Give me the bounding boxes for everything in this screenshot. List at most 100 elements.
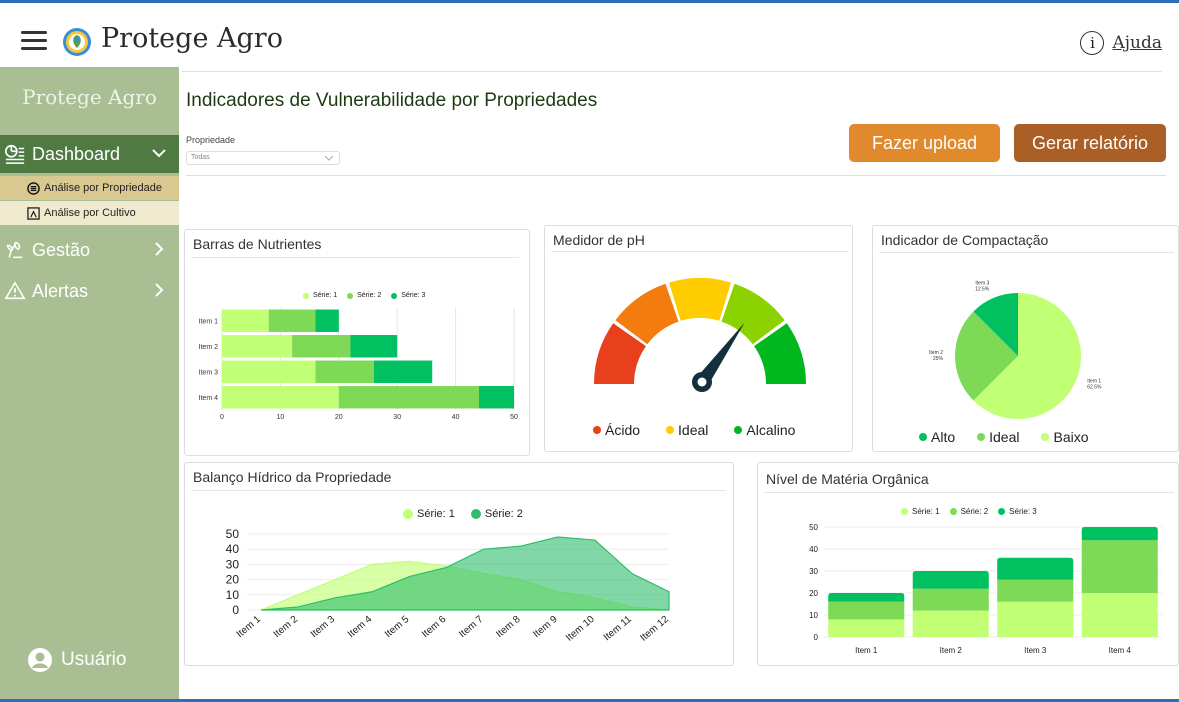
sidebar-item-alertas[interactable]: Alertas [0, 272, 179, 310]
x-tick-label: 30 [393, 414, 401, 421]
sidebar-subitem-label: Análise por Propriedade [44, 182, 163, 194]
legend-label: Ideal [989, 429, 1020, 445]
legend-label: Alcalino [746, 422, 796, 438]
compaction-card: Indicador de Compactação Item 1 62.5% Item… [872, 225, 1179, 452]
legend-item: Baixo [1041, 429, 1089, 445]
user-menu[interactable]: Usuário [27, 647, 126, 673]
legend-swatch [593, 426, 601, 434]
bar-segment [222, 309, 269, 332]
chart-legend: Ácido Ideal Alcalino [593, 422, 795, 438]
bar-segment [997, 579, 1074, 602]
x-tick-label: Item 4 [1109, 646, 1132, 655]
y-tick-label: 20 [809, 589, 818, 598]
growth-icon [6, 241, 23, 259]
filter-label: Propriedade [186, 135, 236, 145]
sidebar-item-label: Gestão [32, 239, 91, 260]
organic-matter-chart: 0 10 20 30 40 50 Item 1 Item 2 Item 3 Item 4 [809, 523, 1162, 655]
x-tick-label: Item 3 [1024, 646, 1047, 655]
chevron-right-icon [155, 242, 164, 256]
gauge-needle-hub-center [697, 377, 707, 387]
brand-name: Protege Agro [101, 23, 283, 54]
nutrients-chart: 0 10 20 30 40 50 Item 1 Item 2 Item 3 Item 4 [199, 308, 518, 421]
legend-label: Alto [931, 429, 956, 445]
chart-legend: Alto Ideal Baixo [919, 429, 1089, 445]
y-tick-label: 30 [226, 557, 240, 571]
crop-icon [27, 206, 40, 220]
sidebar: Protege Agro Dashboard Análise por Propr… [0, 67, 179, 699]
y-tick-label: 0 [232, 603, 239, 617]
x-tick-label: Item 10 [564, 614, 597, 644]
bar-segment [350, 335, 398, 358]
bar-segment [1081, 593, 1158, 637]
property-select-value: Todas [191, 154, 210, 161]
x-tick-label: Item 11 [602, 614, 634, 644]
legend-swatch [977, 433, 986, 441]
page-title: Indicadores de Vulnerabilidade por Propr… [186, 90, 598, 111]
bar-segment [912, 610, 989, 637]
bar-segment [1081, 527, 1158, 541]
y-tick-label: 30 [809, 567, 818, 576]
gauge-segment [669, 278, 731, 321]
sidebar-item-gestao[interactable]: Gestão [0, 231, 179, 269]
x-tick-label: Item 6 [420, 614, 449, 641]
user-label: Usuário [61, 649, 127, 670]
sidebar-subitem-label: Análise por Cultivo [44, 207, 136, 219]
legend-item: Ácido [593, 422, 640, 438]
nutrients-card: Barras de Nutrientes Série: 1 Série: 2 S… [184, 229, 530, 456]
sidebar-item-dashboard[interactable]: Dashboard [0, 135, 179, 173]
generate-report-button[interactable]: Gerar relatório [1014, 124, 1166, 162]
water-balance-card: Balanço Hídrico da Propriedade Série: 1 … [184, 462, 734, 666]
sidebar-subitem-crop[interactable]: Análise por Cultivo [0, 201, 179, 225]
legend-item: Alcalino [734, 422, 795, 438]
legend-item: Ideal [666, 422, 708, 438]
help-link[interactable]: i Ajuda [1080, 31, 1162, 55]
bar-segment [912, 588, 989, 611]
ph-gauge-chart [594, 278, 806, 392]
help-label: Ajuda [1112, 33, 1162, 53]
y-tick-label: 50 [226, 527, 240, 541]
bar-segment [222, 386, 339, 409]
bar-segment [315, 309, 339, 332]
y-tick-label: 20 [226, 573, 240, 587]
legend-label: Baixo [1053, 429, 1089, 445]
x-tick-label: 40 [452, 414, 460, 421]
legend-swatch [919, 433, 927, 441]
x-tick-label: Item 8 [494, 614, 523, 641]
app-header: Protege Agro i Ajuda [0, 3, 1179, 67]
bar-segment [268, 309, 316, 332]
bar-segment [828, 601, 905, 620]
bar-segment [997, 557, 1074, 580]
dashboard-icon [5, 144, 25, 164]
y-tick-label: 10 [226, 588, 240, 602]
x-tick-label: Item 9 [531, 614, 560, 641]
pie-slice-value: 12.5% [975, 287, 990, 293]
bar-segment [222, 335, 293, 358]
legend-item: Alto [919, 429, 955, 445]
x-tick-label: Item 4 [346, 614, 375, 641]
bar-segment [292, 335, 351, 358]
upload-button[interactable]: Fazer upload [849, 124, 1000, 162]
legend-swatch [734, 426, 743, 434]
bar-segment [222, 360, 316, 383]
y-tick-label: 10 [809, 611, 818, 620]
y-tick-label: 40 [226, 542, 240, 556]
x-tick-label: Item 7 [457, 614, 486, 641]
x-tick-label: Item 5 [383, 614, 412, 641]
x-tick-label: 10 [277, 414, 285, 421]
ph-card: Medidor de pH Ácido Ideal Alcalino [544, 225, 853, 452]
menu-icon[interactable] [21, 31, 47, 51]
y-tick-label: Item 3 [199, 369, 219, 376]
filter-divider [186, 175, 1166, 176]
chevron-down-icon [324, 155, 334, 161]
sidebar-subitem-property[interactable]: Análise por Propriedade [0, 176, 179, 200]
x-tick-label: Item 1 [855, 646, 878, 655]
legend-swatch [1041, 433, 1050, 441]
property-select[interactable]: Todas [186, 151, 340, 165]
bar-segment [828, 593, 905, 602]
y-tick-label: Item 1 [199, 318, 219, 325]
info-icon: i [1080, 31, 1105, 55]
x-tick-label: Item 1 [235, 614, 264, 641]
sidebar-item-label: Dashboard [32, 143, 121, 164]
bar-segment [478, 386, 514, 409]
user-avatar-icon [28, 648, 52, 672]
